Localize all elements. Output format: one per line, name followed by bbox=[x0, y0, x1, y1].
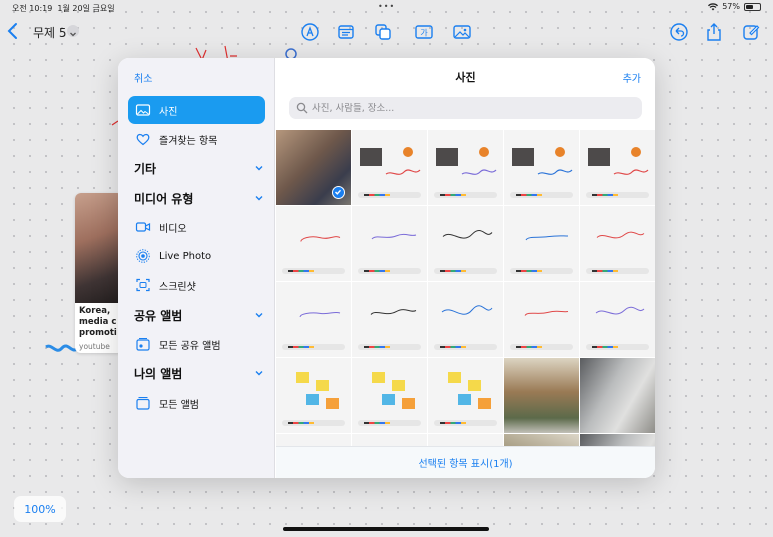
photo-thumbnail[interactable] bbox=[352, 358, 427, 433]
photo-thumbnail[interactable] bbox=[428, 358, 503, 433]
thumbnail-sketch bbox=[441, 305, 493, 315]
sidebar-item-screenshots[interactable]: 스크린샷 bbox=[128, 271, 265, 299]
chevron-down-icon bbox=[255, 313, 263, 318]
thumbnail-sketch bbox=[296, 372, 339, 409]
photo-thumbnail[interactable] bbox=[504, 434, 579, 446]
sidebar-item-live-photo[interactable]: Live Photo bbox=[128, 242, 265, 270]
photo-thumbnail[interactable] bbox=[428, 206, 503, 281]
photo-thumbnail[interactable] bbox=[504, 282, 579, 357]
picker-main: 사진 추가 선택된 항목 표시(1개) bbox=[276, 58, 655, 478]
sidebar-item-label: 사진 bbox=[159, 106, 178, 118]
thumbnail-sketch bbox=[596, 231, 645, 239]
show-selected-button[interactable]: 선택된 항목 표시(1개) bbox=[276, 446, 655, 478]
thumbnail-sketch bbox=[524, 310, 569, 316]
zoom-level-button[interactable]: 100% bbox=[14, 496, 66, 522]
sticker-caption: Korea, media c promoti bbox=[79, 306, 117, 338]
sidebar-item-photos[interactable]: 사진 bbox=[128, 96, 265, 124]
picker-title: 사진 bbox=[455, 71, 476, 84]
sidebar-item-favorites[interactable]: 즐겨찾는 항목 bbox=[128, 125, 265, 153]
photo-thumbnail[interactable] bbox=[428, 434, 503, 446]
sidebar-item-label: 모든 앨범 bbox=[159, 399, 199, 411]
section-header-media-types[interactable]: 미디어 유형 bbox=[134, 188, 264, 208]
thumbnail-sketch bbox=[436, 147, 497, 175]
search-input[interactable] bbox=[312, 102, 632, 114]
thumbnail-sketch bbox=[370, 309, 417, 315]
video-camera-icon bbox=[135, 219, 151, 235]
photo-thumbnail[interactable] bbox=[352, 206, 427, 281]
selected-check-icon bbox=[332, 186, 345, 199]
photo-thumbnail[interactable] bbox=[276, 206, 351, 281]
thumbnail-sketch bbox=[360, 147, 421, 175]
screenshot-icon bbox=[135, 277, 151, 293]
sticker-photo bbox=[75, 193, 123, 303]
add-button[interactable]: 추가 bbox=[623, 70, 641, 85]
photo-thumbnail[interactable] bbox=[352, 434, 427, 446]
thumbnail-sketch bbox=[512, 147, 573, 175]
sidebar-item-all-albums[interactable]: 모든 앨범 bbox=[128, 389, 265, 417]
sticker-source: youtube bbox=[79, 342, 110, 351]
sidebar-item-label: Live Photo bbox=[159, 250, 212, 262]
photo-picker-sheet: 취소 사진 즐겨찾는 항목 기타 미디어 유형 비디오 Live Photo 스… bbox=[118, 58, 655, 478]
thumbnail-sketch bbox=[442, 230, 493, 239]
photo-thumbnail[interactable] bbox=[276, 434, 351, 446]
photo-thumbnail[interactable] bbox=[580, 206, 655, 281]
sidebar-item-all-shared-albums[interactable]: 모든 공유 앨범 bbox=[128, 330, 265, 358]
cancel-button[interactable]: 취소 bbox=[134, 70, 152, 85]
heart-icon bbox=[135, 131, 151, 147]
thumbnail-sketch bbox=[371, 233, 417, 240]
thumbnail-sketch bbox=[448, 372, 491, 409]
section-header-my-albums[interactable]: 나의 앨범 bbox=[134, 363, 264, 383]
shared-album-icon bbox=[135, 336, 151, 352]
photo-grid[interactable] bbox=[276, 130, 655, 446]
picker-sidebar: 취소 사진 즐겨찾는 항목 기타 미디어 유형 비디오 Live Photo 스… bbox=[118, 58, 275, 478]
sidebar-item-label: 스크린샷 bbox=[159, 281, 196, 293]
photo-thumbnail[interactable] bbox=[276, 130, 351, 205]
album-icon bbox=[135, 395, 151, 411]
thumbnail-sketch bbox=[372, 372, 415, 409]
sidebar-item-label: 즐겨찾는 항목 bbox=[159, 135, 218, 147]
thumbnail-sketch bbox=[595, 306, 645, 315]
chevron-down-icon bbox=[255, 371, 263, 376]
photo-thumbnail[interactable] bbox=[428, 282, 503, 357]
photo-thumbnail[interactable] bbox=[580, 130, 655, 205]
section-header-other[interactable]: 기타 bbox=[134, 158, 264, 178]
thumbnail-sketch bbox=[300, 236, 341, 242]
photo-thumbnail[interactable] bbox=[580, 434, 655, 446]
home-indicator[interactable] bbox=[283, 527, 489, 531]
photo-thumbnail[interactable] bbox=[580, 282, 655, 357]
photo-thumbnail[interactable] bbox=[504, 130, 579, 205]
photo-thumbnail[interactable] bbox=[276, 358, 351, 433]
search-icon bbox=[296, 102, 308, 114]
photo-thumbnail[interactable] bbox=[428, 130, 503, 205]
sidebar-item-label: 모든 공유 앨범 bbox=[159, 340, 221, 352]
sidebar-item-videos[interactable]: 비디오 bbox=[128, 213, 265, 241]
thumbnail-sketch bbox=[588, 147, 649, 175]
photo-thumbnail[interactable] bbox=[276, 282, 351, 357]
photo-thumbnail[interactable] bbox=[352, 282, 427, 357]
thumbnail-sketch bbox=[276, 434, 351, 446]
section-header-shared-albums[interactable]: 공유 앨범 bbox=[134, 305, 264, 325]
thumbnail-sketch bbox=[299, 311, 341, 318]
sidebar-item-label: 비디오 bbox=[159, 223, 187, 235]
chevron-down-icon bbox=[255, 196, 263, 201]
canvas-image-sticker[interactable]: Korea, media c promoti youtube bbox=[75, 193, 123, 353]
photo-thumbnail[interactable] bbox=[504, 206, 579, 281]
chevron-down-icon bbox=[255, 166, 263, 171]
thumbnail-sketch bbox=[525, 235, 569, 241]
thumbnail-sketch bbox=[352, 434, 427, 446]
photo-thumbnail[interactable] bbox=[504, 358, 579, 433]
search-bar[interactable] bbox=[289, 97, 642, 119]
photos-icon bbox=[135, 102, 151, 118]
live-photo-icon bbox=[135, 248, 151, 264]
photo-thumbnail[interactable] bbox=[352, 130, 427, 205]
photo-thumbnail[interactable] bbox=[580, 358, 655, 433]
thumbnail-sketch bbox=[428, 434, 503, 446]
